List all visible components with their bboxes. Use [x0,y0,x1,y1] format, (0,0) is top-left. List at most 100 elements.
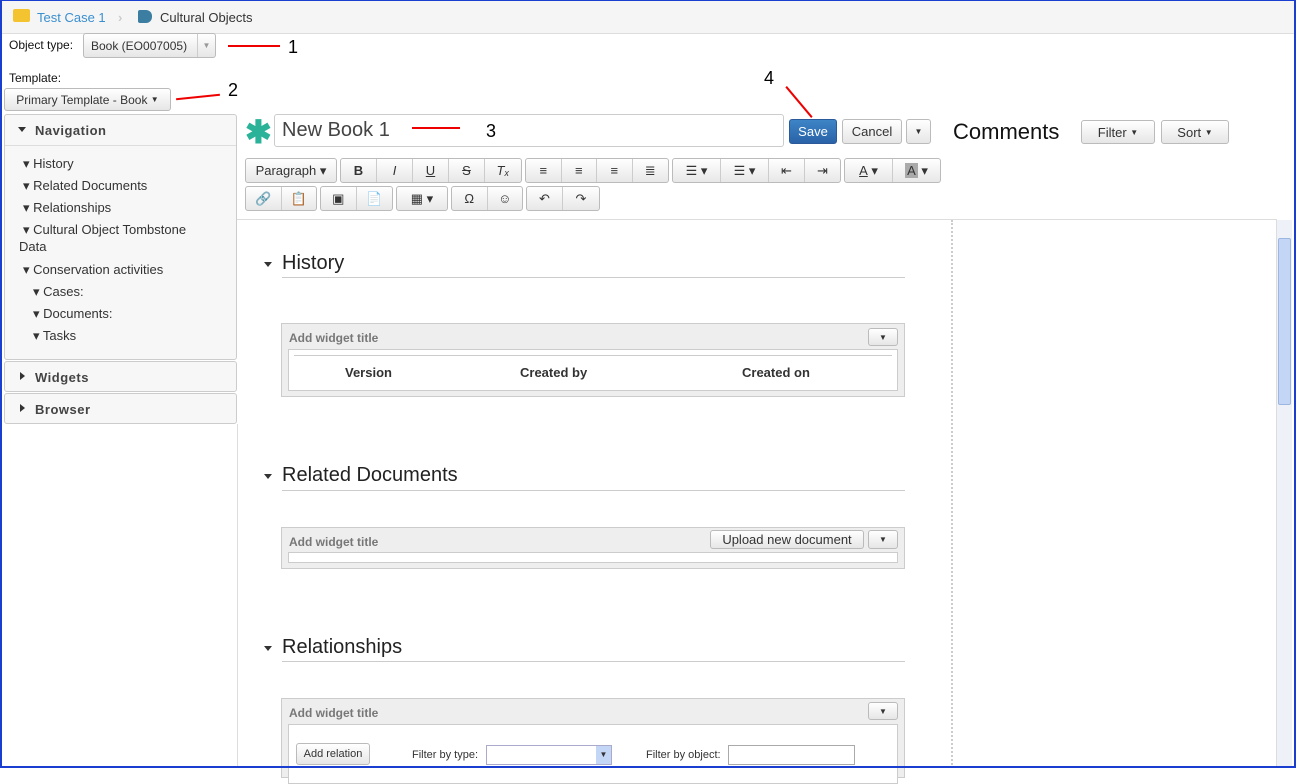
object-type-value: Book (EO007005) [91,38,188,53]
align-right-icon[interactable]: ≡ [597,159,633,182]
format-toolbar-group: Paragraph ▾ [245,158,337,183]
history-widget: Add widget title ▼ Version Created by Cr… [281,323,905,397]
cancel-button[interactable]: Cancel [842,119,902,144]
history-group: ↶ ↷ [526,186,600,211]
annotation-label: 1 [288,37,299,57]
strikethrough-icon[interactable]: S [449,159,485,182]
emoticon-icon[interactable]: ☺ [488,187,523,210]
italic-icon[interactable]: I [377,159,413,182]
annotation-label: 3 [486,121,497,141]
widget-menu-button[interactable]: ▼ [868,328,898,346]
text-style-group: B I U S Tₓ [340,158,522,183]
align-group: ≡ ≡ ≡ ≣ [525,158,669,183]
section-related-documents-title[interactable]: Related Documents [264,464,458,487]
object-type-label: Object type: [9,38,74,52]
filter-button[interactable]: Filter ▼ [1081,120,1155,144]
table-icon[interactable]: ▦ ▾ [397,187,447,210]
indent-icon[interactable]: ⇥ [805,159,840,182]
justify-icon[interactable]: ≣ [633,159,668,182]
nav-item-tasks[interactable]: ▾ Tasks [33,328,76,344]
insert-group: Ω ☺ [451,186,523,211]
caret-down-icon: ▼ [150,95,159,104]
list-group: ☰ ▾ ☰ ▾ ⇤ ⇥ [672,158,841,183]
related-documents-widget: Add widget title Upload new document ▼ [281,527,905,569]
undo-icon[interactable]: ↶ [527,187,563,210]
text-color-icon[interactable]: A ▾ [845,159,893,182]
chevron-down-icon: ▼ [197,34,215,57]
color-group: A ▾ A ▾ [844,158,941,183]
tag-icon [138,10,152,23]
section-history-title[interactable]: History [264,252,344,275]
annotation-label: 4 [764,68,775,88]
history-table: Version Created by Created on [288,349,898,391]
template-dropdown[interactable]: Primary Template - Book ▼ [4,88,171,111]
widgets-panel[interactable]: Widgets [4,361,237,392]
paste-word-icon[interactable]: 📄 [357,187,393,210]
widget-menu-button[interactable]: ▼ [868,702,898,720]
column-header[interactable]: Created on [742,365,810,380]
sort-label: Sort [1177,124,1202,140]
nav-item-tombstone-cont[interactable]: Data [19,239,46,254]
filter-object-input[interactable] [728,745,855,765]
sort-button[interactable]: Sort ▼ [1161,120,1229,144]
section-divider [282,277,905,278]
background-color-icon[interactable]: A ▾ [893,159,940,182]
outdent-icon[interactable]: ⇤ [769,159,805,182]
browser-header[interactable]: Browser [5,394,236,424]
nav-item-documents[interactable]: ▾ Documents: [33,306,113,322]
filter-type-label: Filter by type: [412,749,479,761]
numbered-list-icon[interactable]: ☰ ▾ [721,159,769,182]
nav-item-history[interactable]: ▾ History [23,156,74,172]
clear-format-icon[interactable]: Tₓ [485,159,521,182]
template-label: Template: [9,71,62,85]
section-relationships-title[interactable]: Relationships [264,636,402,659]
bold-icon[interactable]: B [341,159,377,182]
widget-menu-button[interactable]: ▼ [868,530,898,549]
media-group: ▣ 📄 [320,186,393,211]
redo-icon[interactable]: ↷ [563,187,599,210]
widget-title[interactable]: Add widget title [282,699,904,727]
paste-icon[interactable]: 📋 [282,187,317,210]
nav-item-relationships[interactable]: ▾ Relationships [23,200,111,216]
paragraph-dropdown[interactable]: Paragraph ▾ [246,159,336,182]
asterisk-icon: ✱ [245,114,272,150]
image-icon[interactable]: ▣ [321,187,357,210]
navigation-header[interactable]: Navigation [5,115,236,145]
bullet-list-icon[interactable]: ☰ ▾ [673,159,721,182]
comments-title: Comments [953,119,1060,144]
column-header[interactable]: Created by [520,365,587,380]
browser-panel[interactable]: Browser [4,393,237,424]
filter-type-select[interactable]: ▼ [486,745,612,765]
scrollbar[interactable] [1276,220,1292,768]
scrollbar-thumb[interactable] [1278,238,1291,405]
underline-icon[interactable]: U [413,159,449,182]
annotation-arrow [785,86,813,118]
section-divider [282,490,905,491]
editor-border [237,219,1277,220]
align-center-icon[interactable]: ≡ [562,159,597,182]
nav-item-conservation[interactable]: ▾ Conservation activities [23,262,163,278]
object-type-select[interactable]: Book (EO007005) ▼ [83,33,216,58]
widgets-header[interactable]: Widgets [5,362,236,392]
annotation-arrow [176,93,220,101]
special-char-icon[interactable]: Ω [452,187,488,210]
save-button[interactable]: Save [789,119,837,144]
nav-item-tombstone[interactable]: ▾ Cultural Object Tombstone [23,222,186,238]
chevron-down-icon: ▼ [596,746,611,764]
more-dropdown-button[interactable]: ▼ [906,119,931,144]
widget-title[interactable]: Add widget title [282,324,904,352]
folder-icon [13,9,30,22]
documents-list [288,552,898,563]
column-header[interactable]: Version [345,365,392,380]
link-icon[interactable]: 🔗 [246,187,282,210]
add-relation-button[interactable]: Add relation [296,743,370,765]
align-left-icon[interactable]: ≡ [526,159,562,182]
table-group: ▦ ▾ [396,186,448,211]
breadcrumb-test-case[interactable]: Test Case 1 [37,10,106,25]
upload-document-button[interactable]: Upload new document [710,530,864,549]
nav-item-related-documents[interactable]: ▾ Related Documents [23,178,147,194]
template-value: Primary Template - Book [16,92,148,107]
divider [237,424,238,768]
title-input[interactable] [274,114,784,147]
nav-item-cases[interactable]: ▾ Cases: [33,284,84,300]
